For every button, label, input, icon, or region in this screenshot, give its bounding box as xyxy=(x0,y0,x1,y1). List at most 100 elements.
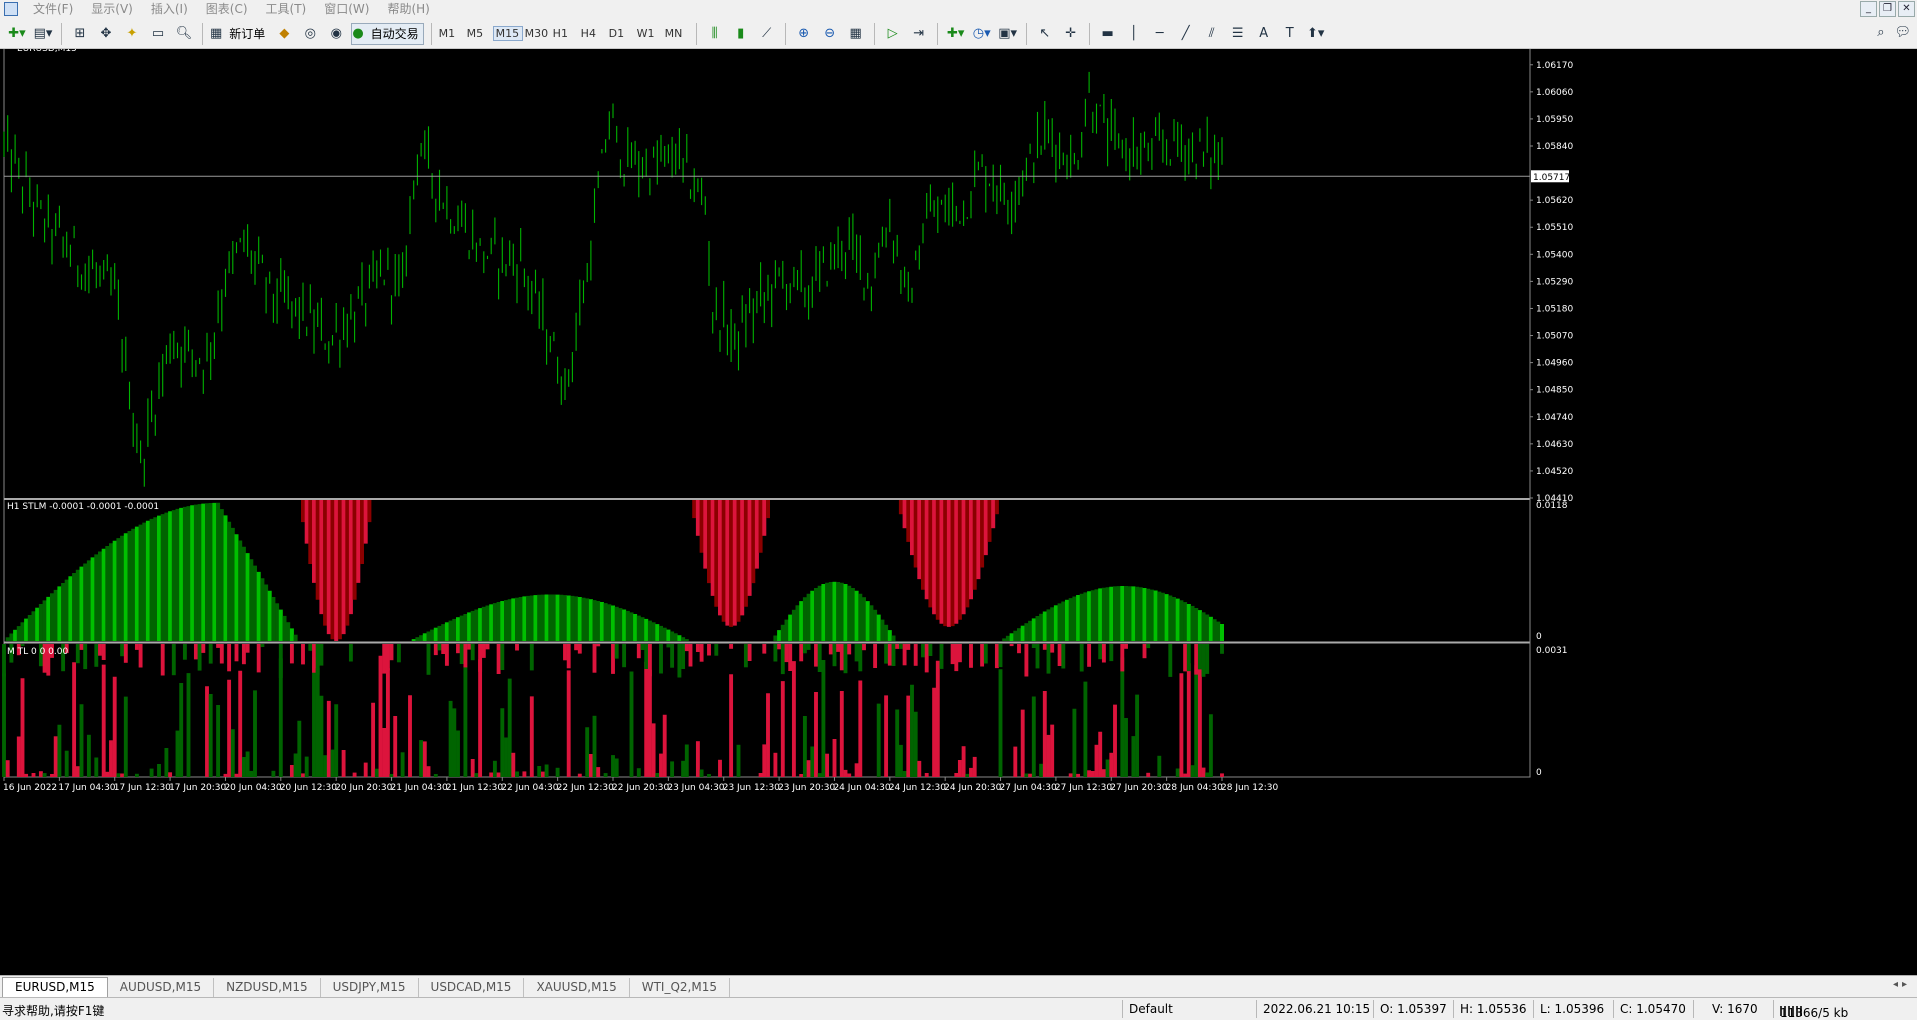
market-watch-icon[interactable]: ⊞ xyxy=(69,23,91,45)
menu-help[interactable]: 帮助(H) xyxy=(378,0,438,18)
tile-windows-icon[interactable]: ▦ xyxy=(845,23,867,45)
price-axis-label: 1.04850 xyxy=(1536,386,1573,396)
chart-area[interactable]: 1.05717 1.06170 1.06060 1.05950 1.05840 1.056… xyxy=(0,49,1917,975)
minimize-icon[interactable]: _ xyxy=(1860,1,1877,17)
menu-insert[interactable]: 插入(I) xyxy=(142,0,197,18)
timeframe-m5[interactable]: M5 xyxy=(465,27,493,40)
price-axis-label: 1.05070 xyxy=(1536,332,1573,342)
strategy-tester-icon[interactable]: 🔍︎ xyxy=(173,23,195,45)
timeframe-h4[interactable]: H4 xyxy=(579,27,607,40)
time-axis-label: 21 Jun 12:30 xyxy=(446,783,503,793)
menu-charts[interactable]: 图表(C) xyxy=(197,0,257,18)
time-axis-label: 17 Jun 12:30 xyxy=(114,783,171,793)
candlestick-icon[interactable]: ▮ xyxy=(730,23,752,45)
timeframe-w1[interactable]: W1 xyxy=(635,27,663,40)
line-chart-icon[interactable]: ⟋ xyxy=(756,23,778,45)
tab-wti[interactable]: WTI_Q2,M15 xyxy=(630,978,730,997)
stlm-indicator-label: H1 STLM -0.0001 -0.0001 -0.0001 xyxy=(7,502,159,512)
stlm-scale-top: 0.0118 xyxy=(1536,501,1568,511)
chart-shift-icon[interactable]: ⇥ xyxy=(908,23,930,45)
data-window-icon[interactable]: ✥ xyxy=(95,23,117,45)
autoscroll-icon[interactable]: ▷ xyxy=(882,23,904,45)
app-icon xyxy=(4,2,18,16)
toolbar: ✚▾ ▤▾ ⊞ ✥ ✦ ▭ 🔍︎ ▦ 新订单 ◆ ◎ ◉ ● 自动交易 M1 M5 … xyxy=(0,19,1917,49)
price-axis-label: 1.05840 xyxy=(1536,142,1573,152)
restore-icon[interactable]: ❐ xyxy=(1879,1,1896,17)
time-axis-label: 23 Jun 12:30 xyxy=(723,783,780,793)
price-axis-label: 1.04740 xyxy=(1536,413,1573,423)
stlm-scale-zero: 0 xyxy=(1536,632,1542,642)
time-axis-label: 27 Jun 12:30 xyxy=(1055,783,1112,793)
close-icon[interactable]: ✕ xyxy=(1898,1,1915,17)
status-bar: 寻求帮助,请按F1键 Default 2022.06.21 10:15 O: 1… xyxy=(0,997,1917,1020)
tab-audusd[interactable]: AUDUSD,M15 xyxy=(108,978,215,997)
text-icon[interactable]: A xyxy=(1253,23,1275,45)
timeframe-d1[interactable]: D1 xyxy=(607,27,635,40)
status-help-text: 寻求帮助,请按F1键 xyxy=(2,1004,105,1018)
time-axis-label: 27 Jun 04:30 xyxy=(1000,783,1057,793)
auto-trading-button[interactable]: ● 自动交易 xyxy=(351,22,424,45)
market-icon[interactable]: ◉ xyxy=(325,23,347,45)
time-axis-label: 23 Jun 04:30 xyxy=(667,783,724,793)
timeframe-m30[interactable]: M30 xyxy=(523,27,551,40)
rectangle-icon[interactable]: ▬ xyxy=(1097,23,1119,45)
new-order-button[interactable]: ▦ 新订单 xyxy=(210,23,269,45)
menu-tools[interactable]: 工具(T) xyxy=(257,0,316,18)
indicators-icon[interactable]: ✚▾ xyxy=(945,23,967,45)
time-axis-label: 16 Jun 2022 xyxy=(3,783,57,793)
trendline-icon[interactable]: ╱ xyxy=(1175,23,1197,45)
status-close: C: 1.05470 xyxy=(1620,1002,1686,1016)
time-axis-label: 22 Jun 20:30 xyxy=(612,783,669,793)
auto-trading-label: 自动交易 xyxy=(370,27,419,41)
cursor-icon[interactable]: ↖ xyxy=(1034,23,1056,45)
price-axis-label: 1.04960 xyxy=(1536,359,1573,369)
navigator-icon[interactable]: ✦ xyxy=(121,23,143,45)
status-low: L: 1.05396 xyxy=(1540,1002,1605,1016)
menu-view[interactable]: 显示(V) xyxy=(82,0,142,18)
new-chart-icon[interactable]: ✚▾ xyxy=(6,23,28,45)
tab-xauusd[interactable]: XAUUSD,M15 xyxy=(524,978,630,997)
new-order-label: 新订单 xyxy=(229,27,266,41)
zoom-in-icon[interactable]: ⊕ xyxy=(793,23,815,45)
timeframe-m15[interactable]: M15 xyxy=(492,26,523,41)
vertical-line-icon[interactable]: │ xyxy=(1123,23,1145,45)
templates-icon[interactable]: ▣▾ xyxy=(997,23,1019,45)
menu-file[interactable]: 文件(F) xyxy=(24,0,82,18)
menu-bar: 文件(F) 显示(V) 插入(I) 图表(C) 工具(T) 窗口(W) 帮助(H… xyxy=(0,0,1917,18)
terminal-icon[interactable]: ▭ xyxy=(147,23,169,45)
timeframe-h1[interactable]: H1 xyxy=(551,27,579,40)
tab-nzdusd[interactable]: NZDUSD,M15 xyxy=(214,978,321,997)
crosshair-icon[interactable]: ✛ xyxy=(1060,23,1082,45)
menu-window[interactable]: 窗口(W) xyxy=(315,0,378,18)
time-axis-label: 28 Jun 12:30 xyxy=(1221,783,1278,793)
status-datetime: 2022.06.21 10:15 xyxy=(1263,1002,1371,1016)
zoom-out-icon[interactable]: ⊖ xyxy=(819,23,841,45)
timeframe-m1[interactable]: M1 xyxy=(437,27,465,40)
timeframe-mn[interactable]: MN xyxy=(663,27,691,40)
chat-icon[interactable]: 💬︎ xyxy=(1894,25,1911,40)
price-axis-label: 1.06060 xyxy=(1536,88,1573,98)
time-axis-label: 27 Jun 20:30 xyxy=(1110,783,1167,793)
histogram2-indicator-label: M TL 0 0 0.00 xyxy=(7,647,68,657)
time-axis-label: 17 Jun 04:30 xyxy=(58,783,115,793)
price-axis-label: 1.05290 xyxy=(1536,277,1573,287)
signals-icon[interactable]: ◎ xyxy=(299,23,321,45)
search-icon[interactable]: ⌕ xyxy=(1877,25,1884,40)
arrows-icon[interactable]: ⬆▾ xyxy=(1305,23,1327,45)
status-profile: Default xyxy=(1129,1002,1173,1016)
meta-editor-icon[interactable]: ◆ xyxy=(273,23,295,45)
horizontal-line-icon[interactable]: ─ xyxy=(1149,23,1171,45)
chart-tabs: EURUSD,M15 AUDUSD,M15 NZDUSD,M15 USDJPY,… xyxy=(0,975,1917,997)
profiles-icon[interactable]: ▤▾ xyxy=(32,23,54,45)
bar-chart-icon[interactable]: ⫼ xyxy=(704,23,726,45)
tab-usdcad[interactable]: USDCAD,M15 xyxy=(419,978,525,997)
fibonacci-icon[interactable]: ☰ xyxy=(1227,23,1249,45)
new-order-icon: ▦ xyxy=(210,26,223,41)
price-axis-label: 1.05950 xyxy=(1536,115,1573,125)
tab-scroll-arrows-icon[interactable]: ◂▸ xyxy=(1893,979,1911,990)
tab-eurusd[interactable]: EURUSD,M15 xyxy=(2,977,108,997)
channel-icon[interactable]: ⫽ xyxy=(1201,23,1223,45)
tab-usdjpy[interactable]: USDJPY,M15 xyxy=(321,978,419,997)
periods-icon[interactable]: ◷▾ xyxy=(971,23,993,45)
text-label-icon[interactable]: T xyxy=(1279,23,1301,45)
